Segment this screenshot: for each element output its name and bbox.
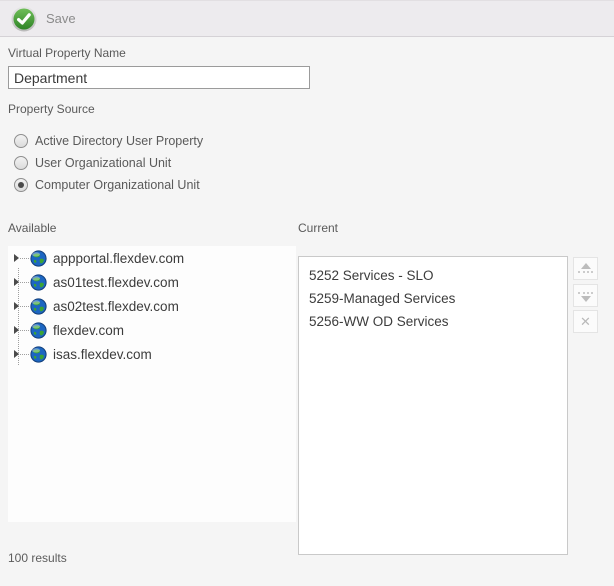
available-tree: appportal.flexdev.com as01test.flexdev.c… bbox=[8, 246, 296, 522]
expand-arrow-icon[interactable] bbox=[14, 326, 19, 334]
move-up-button[interactable] bbox=[573, 257, 598, 280]
expand-arrow-icon[interactable] bbox=[14, 350, 19, 358]
radio-option-label: Computer Organizational Unit bbox=[35, 178, 200, 192]
current-list-item[interactable]: 5259-Managed Services bbox=[299, 287, 567, 310]
radio-option-computer-organizational-unit[interactable]: Computer Organizational Unit bbox=[14, 177, 200, 193]
tree-dotted-connector bbox=[20, 354, 29, 355]
results-count: 100 results bbox=[8, 551, 67, 565]
arrow-down-icon bbox=[581, 296, 591, 302]
domain-globe-icon bbox=[30, 250, 47, 267]
remove-x-icon: ✕ bbox=[580, 315, 591, 328]
tree-item-label: flexdev.com bbox=[53, 323, 124, 338]
radio-button-icon[interactable] bbox=[14, 178, 28, 192]
tree-dotted-connector bbox=[20, 282, 29, 283]
radio-option-label: User Organizational Unit bbox=[35, 156, 171, 170]
tree-item-label: as01test.flexdev.com bbox=[53, 275, 179, 290]
dotted-line bbox=[578, 292, 593, 294]
radio-option-user-organizational-unit[interactable]: User Organizational Unit bbox=[14, 155, 171, 171]
tree-dotted-connector bbox=[20, 306, 29, 307]
domain-globe-icon bbox=[30, 346, 47, 363]
move-down-button[interactable] bbox=[573, 284, 598, 307]
expand-arrow-icon[interactable] bbox=[14, 278, 19, 286]
tree-item-appportal[interactable]: appportal.flexdev.com bbox=[8, 246, 296, 270]
expand-arrow-icon[interactable] bbox=[14, 254, 19, 262]
remove-button[interactable]: ✕ bbox=[573, 310, 598, 333]
virtual-property-name-label: Virtual Property Name bbox=[8, 46, 126, 60]
radio-button-icon[interactable] bbox=[14, 134, 28, 148]
tree-item-label: as02test.flexdev.com bbox=[53, 299, 179, 314]
virtual-property-editor: Save Virtual Property Name Property Sour… bbox=[0, 0, 614, 586]
tree-item-isas[interactable]: isas.flexdev.com bbox=[8, 342, 296, 366]
toolbar: Save bbox=[0, 0, 614, 37]
property-source-label: Property Source bbox=[8, 102, 95, 116]
dotted-line bbox=[578, 271, 593, 273]
current-list[interactable]: 5252 Services - SLO 5259-Managed Service… bbox=[298, 256, 568, 555]
save-check-icon bbox=[11, 6, 37, 32]
domain-globe-icon bbox=[30, 274, 47, 291]
tree-item-as01test[interactable]: as01test.flexdev.com bbox=[8, 270, 296, 294]
domain-globe-icon bbox=[30, 322, 47, 339]
arrow-up-icon bbox=[581, 263, 591, 269]
save-button[interactable]: Save bbox=[0, 1, 90, 36]
radio-option-ad-user-property[interactable]: Active Directory User Property bbox=[14, 133, 203, 149]
tree-item-label: appportal.flexdev.com bbox=[53, 251, 184, 266]
current-list-item[interactable]: 5256-WW OD Services bbox=[299, 310, 567, 333]
domain-globe-icon bbox=[30, 298, 47, 315]
tree-item-flexdev[interactable]: flexdev.com bbox=[8, 318, 296, 342]
radio-button-icon[interactable] bbox=[14, 156, 28, 170]
current-list-item[interactable]: 5252 Services - SLO bbox=[299, 264, 567, 287]
tree-dotted-connector bbox=[20, 258, 29, 259]
expand-arrow-icon[interactable] bbox=[14, 302, 19, 310]
tree-dotted-connector bbox=[20, 330, 29, 331]
radio-option-label: Active Directory User Property bbox=[35, 134, 203, 148]
tree-item-as02test[interactable]: as02test.flexdev.com bbox=[8, 294, 296, 318]
save-button-label: Save bbox=[46, 11, 76, 26]
tree-item-label: isas.flexdev.com bbox=[53, 347, 152, 362]
virtual-property-name-input[interactable] bbox=[8, 66, 310, 89]
available-label: Available bbox=[8, 221, 56, 235]
current-label: Current bbox=[298, 221, 338, 235]
